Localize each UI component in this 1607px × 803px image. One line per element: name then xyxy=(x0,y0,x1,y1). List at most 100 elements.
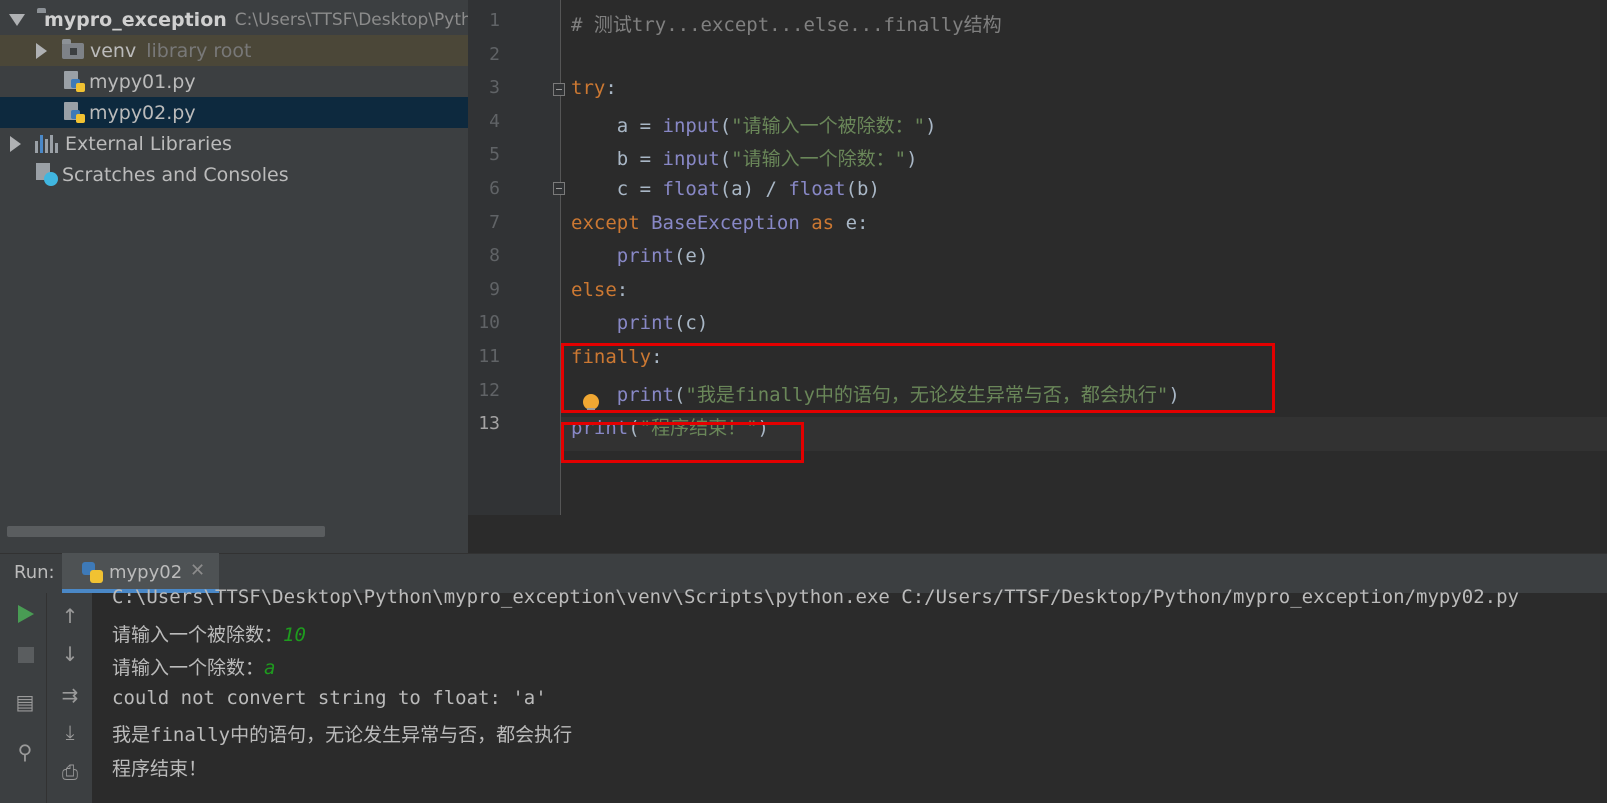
layout-icon[interactable]: ▤ xyxy=(13,690,37,714)
tree-item-project-root[interactable]: mypro_exception C:\Users\TTSF\Desktop\Py… xyxy=(0,4,468,35)
code-token: print xyxy=(616,245,674,268)
tree-item-label: venv xyxy=(90,39,137,62)
code-token: b = xyxy=(571,148,663,171)
code-line[interactable]: except BaseException as e: xyxy=(571,212,868,234)
horizontal-scrollbar[interactable] xyxy=(7,526,325,537)
code-token: : xyxy=(616,278,629,301)
pin-icon[interactable]: ⚲ xyxy=(13,740,37,764)
code-token: try xyxy=(571,77,606,100)
console-line: 请输入一个除数：a xyxy=(112,653,275,680)
library-root-hint: library root xyxy=(146,39,252,62)
fold-marker-icon[interactable] xyxy=(553,83,565,96)
line-number: 5 xyxy=(489,144,500,166)
console-text: 程序结束！ xyxy=(112,758,208,780)
annotation-box-finally xyxy=(561,343,1275,413)
editor-empty-area[interactable] xyxy=(468,515,1607,553)
code-token: ) xyxy=(906,148,918,171)
line-number: 11 xyxy=(478,346,500,367)
console-line: C:\Users\TTSF\Desktop\Python\mypro_excep… xyxy=(112,586,1519,608)
code-token: ( xyxy=(719,148,732,171)
python-icon xyxy=(82,562,104,584)
python-file-icon xyxy=(64,70,86,93)
line-number: 10 xyxy=(478,312,500,334)
console-text: 请输入一个被除数： xyxy=(112,623,284,646)
console-text: 我是finally中的语句，无论发生异常与否，都会执行 xyxy=(112,724,573,747)
code-token: # 测试try...except...else...finally结构 xyxy=(571,14,1002,36)
tree-item-file-selected[interactable]: mypy02.py xyxy=(0,97,468,128)
code-line[interactable]: try: xyxy=(571,77,617,99)
stop-icon[interactable] xyxy=(18,647,34,663)
console-text: 请输入一个除数： xyxy=(112,657,265,680)
run-panel-label: Run: xyxy=(14,562,55,583)
scratches-icon xyxy=(35,162,59,187)
line-number: 12 xyxy=(478,379,500,401)
code-token: "请输入一个除数：" xyxy=(731,148,907,171)
library-icon xyxy=(35,134,58,153)
line-number: 2 xyxy=(489,43,500,65)
chevron-down-icon[interactable] xyxy=(9,13,25,26)
code-token: float xyxy=(662,178,720,200)
chevron-right-icon[interactable] xyxy=(36,42,47,59)
arrow-up-icon[interactable]: ↑ xyxy=(58,604,82,628)
console-input: 10 xyxy=(283,623,306,646)
line-number: 13 xyxy=(478,413,500,435)
scroll-to-end-icon[interactable]: ⤓ xyxy=(58,720,82,744)
code-token: (b) xyxy=(845,178,880,200)
code-line[interactable]: c = float(a) / float(b) xyxy=(571,178,880,200)
line-number: 3 xyxy=(489,77,500,99)
console-line: could not convert string to float: 'a' xyxy=(112,687,547,709)
code-line[interactable]: else: xyxy=(571,279,628,301)
code-token: except xyxy=(571,211,652,234)
console-line: 我是finally中的语句，无论发生异常与否，都会执行 xyxy=(112,720,572,747)
fold-marker-icon[interactable] xyxy=(553,182,565,195)
tree-item-file[interactable]: mypy01.py xyxy=(0,66,468,97)
line-number: 7 xyxy=(489,211,500,233)
tree-item-scratches[interactable]: Scratches and Consoles xyxy=(0,159,468,190)
line-number: 9 xyxy=(489,278,500,300)
code-token: input xyxy=(662,148,720,171)
soft-wrap-icon[interactable]: ⇉ xyxy=(58,683,82,707)
code-line[interactable]: a = input("请输入一个被除数：") xyxy=(571,111,937,138)
project-root-name: mypro_exception xyxy=(44,8,227,31)
code-token: ) xyxy=(925,114,937,137)
print-icon[interactable]: ⎙ xyxy=(58,760,82,784)
console-text: C:\Users\TTSF\Desktop\Python\mypro_excep… xyxy=(112,586,1519,608)
code-line[interactable]: b = input("请输入一个除数：") xyxy=(571,144,918,171)
code-token: "请输入一个被除数：" xyxy=(731,114,926,137)
rerun-play-icon[interactable] xyxy=(18,605,34,623)
project-tree-panel: mypro_exception C:\Users\TTSF\Desktop\Py… xyxy=(0,0,468,553)
python-file-icon xyxy=(64,101,86,124)
code-token: (c) xyxy=(673,312,709,335)
run-tab-label[interactable]: mypy02 xyxy=(109,562,182,583)
console-input: a xyxy=(264,657,276,680)
line-number: 6 xyxy=(489,178,500,199)
tree-item-venv[interactable]: venv library root xyxy=(0,35,468,66)
tree-item-label: mypy02.py xyxy=(89,101,196,124)
chevron-right-icon[interactable] xyxy=(10,135,21,152)
tree-item-label: External Libraries xyxy=(65,132,232,155)
code-line[interactable]: # 测试try...except...else...finally结构 xyxy=(571,10,1002,37)
code-token: float xyxy=(788,178,846,200)
console-text: could not convert string to float: 'a' xyxy=(112,686,547,709)
code-line[interactable]: print(e) xyxy=(571,245,709,268)
close-icon[interactable]: ✕ xyxy=(190,560,205,581)
code-token: BaseException xyxy=(651,211,812,234)
code-token: else xyxy=(571,278,617,301)
arrow-down-icon[interactable]: ↓ xyxy=(58,642,82,666)
line-number: 1 xyxy=(489,10,500,31)
code-token: print xyxy=(616,312,674,335)
project-root-path: C:\Users\TTSF\Desktop\Pyth xyxy=(234,9,468,30)
annotation-box-print xyxy=(561,422,804,463)
code-token: a = xyxy=(571,114,663,137)
console-line: 请输入一个被除数：10 xyxy=(112,620,306,647)
code-line[interactable]: print(c) xyxy=(571,312,709,335)
line-number: 4 xyxy=(489,110,500,132)
code-token: e: xyxy=(845,211,869,234)
code-token: input xyxy=(662,114,720,137)
tree-item-label: Scratches and Consoles xyxy=(62,163,289,186)
tree-item-external-libraries[interactable]: External Libraries xyxy=(0,128,468,159)
code-token: ( xyxy=(719,114,732,137)
toolbar-divider xyxy=(46,593,47,803)
